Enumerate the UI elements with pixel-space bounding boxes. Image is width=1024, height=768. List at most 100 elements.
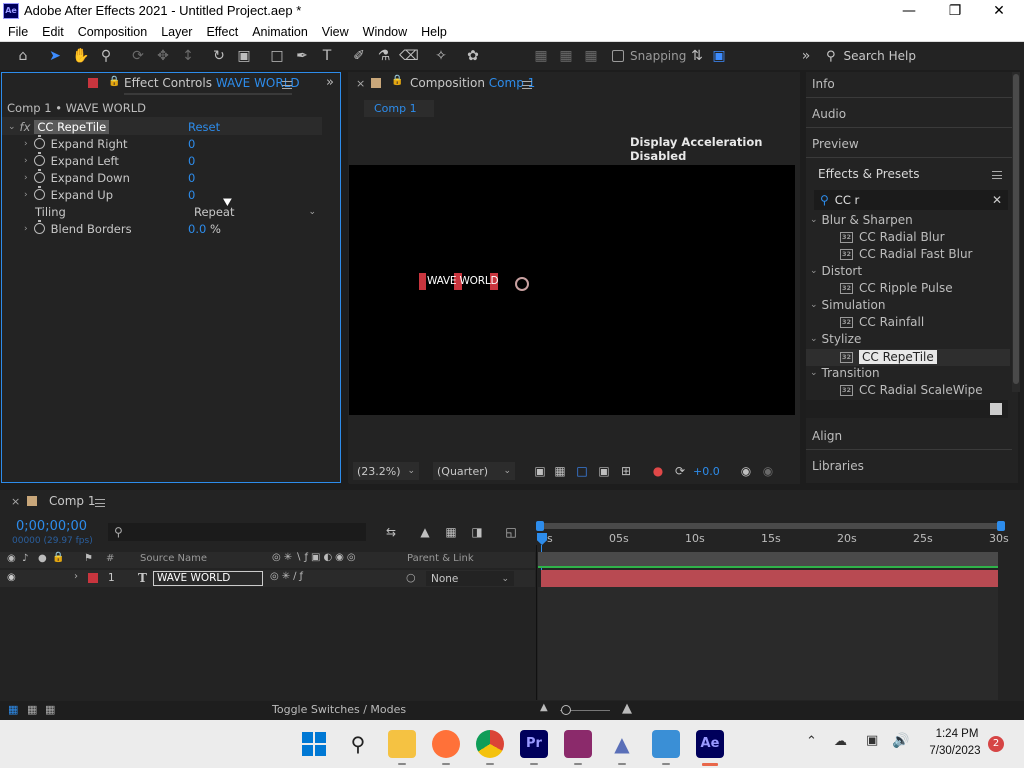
expand-chevron-icon[interactable]: › — [74, 571, 78, 582]
pan-behind-tool-icon[interactable]: ▣ — [233, 46, 255, 66]
clone-stamp-tool-icon[interactable]: ⚗ — [373, 46, 395, 66]
snapping-checkbox[interactable] — [612, 50, 624, 62]
view-axis-icon[interactable]: ▦ — [580, 46, 602, 66]
zoom-slider-thumb[interactable] — [561, 705, 571, 715]
layer-switches-icons[interactable]: ◎✳∖ƒ▣◐◉◎ — [272, 552, 359, 563]
winrar-icon[interactable] — [564, 730, 592, 758]
work-area-start-handle[interactable] — [536, 521, 544, 531]
timeline-tab-label[interactable]: Comp 1 — [49, 494, 95, 508]
panel-menu-icon[interactable] — [95, 499, 105, 507]
zoom-in-icon[interactable]: ▲ — [622, 701, 632, 716]
param-row[interactable]: › Blend Borders 0.0 % — [2, 220, 324, 237]
workspaces-overflow-icon[interactable]: » — [795, 46, 817, 66]
effect-controls-tab[interactable]: Effect Controls WAVE WORLD — [124, 76, 300, 90]
stopwatch-icon[interactable] — [33, 220, 45, 234]
snap-edges-icon[interactable]: ⇅ — [686, 46, 708, 66]
expand-chevron-icon[interactable]: › — [24, 190, 28, 200]
minimize-button[interactable]: — — [886, 0, 932, 22]
new-folder-icon[interactable] — [990, 403, 1002, 415]
audio-panel-header[interactable]: Audio — [812, 107, 846, 121]
menu-composition[interactable]: Composition — [71, 22, 154, 42]
search-icon[interactable]: ⚲ — [344, 730, 372, 758]
collapse-chevron-icon[interactable]: ⌄ — [8, 122, 16, 132]
category-distort[interactable]: ⌄ Distort — [810, 264, 862, 278]
anchor-point-icon[interactable] — [515, 277, 529, 291]
close-button[interactable]: ✕ — [976, 0, 1022, 22]
exposure-value[interactable]: +0.0 — [693, 465, 720, 478]
tiling-dropdown[interactable]: Repeat ⌄ — [190, 203, 320, 220]
panel-overflow-icon[interactable]: » — [326, 75, 334, 90]
roto-brush-tool-icon[interactable]: ✧ — [430, 46, 452, 66]
toggle-switches-modes[interactable]: Toggle Switches / Modes — [272, 703, 406, 716]
brush-tool-icon[interactable]: ✐ — [348, 46, 370, 66]
composition-viewer[interactable]: WAVE WORLD — [349, 165, 795, 415]
menu-help[interactable]: Help — [414, 22, 454, 42]
stopwatch-icon[interactable] — [33, 169, 45, 183]
label-tag-icon[interactable]: ⚑ — [84, 553, 93, 564]
expand-chevron-icon[interactable]: › — [24, 139, 28, 149]
lock-icon[interactable]: 🔒 — [52, 552, 64, 563]
layer-switches-pane-icon[interactable]: ▦ — [8, 703, 18, 716]
rectangle-tool-icon[interactable]: □ — [266, 46, 288, 66]
zoom-dropdown[interactable]: (23.2%) ⌄ — [353, 462, 419, 480]
lock-icon[interactable]: 🔒 — [108, 76, 120, 87]
menu-view[interactable]: View — [315, 22, 356, 42]
timeline-search-field[interactable]: ⚲ — [108, 523, 366, 541]
zoom-out-icon[interactable]: ▲ — [540, 702, 548, 713]
category-stylize[interactable]: ⌄ Stylize — [810, 332, 861, 346]
pan-camera-icon[interactable]: ✥ — [152, 46, 174, 66]
effects-search-field[interactable]: ⚲ CC r ✕ — [814, 190, 1008, 210]
text-layer-preview[interactable]: WAVE WORLD — [419, 273, 501, 290]
transparency-grid-icon[interactable]: ▦ — [549, 461, 571, 481]
collapse-chevron-icon[interactable]: ⌄ — [810, 300, 818, 310]
clear-search-icon[interactable]: ✕ — [992, 193, 1002, 207]
windows-start-icon[interactable] — [300, 730, 328, 758]
panel-menu-icon[interactable] — [522, 81, 532, 89]
menu-animation[interactable]: Animation — [245, 22, 315, 42]
notification-badge[interactable]: 2 — [988, 736, 1004, 752]
menu-window[interactable]: Window — [356, 22, 414, 42]
transfer-controls-pane-icon[interactable]: ▦ — [27, 703, 37, 716]
firefox-icon[interactable] — [432, 730, 460, 758]
graph-editor-icon[interactable]: ◱ — [500, 522, 522, 542]
region-of-interest-icon[interactable]: ▣ — [593, 461, 615, 481]
reset-exposure-icon[interactable]: ⟳ — [669, 461, 691, 481]
param-row[interactable]: › Expand Down 0 — [2, 169, 324, 186]
snapping-toggle[interactable]: Snapping — [612, 48, 686, 64]
param-value[interactable]: 0 — [188, 154, 195, 168]
world-axis-icon[interactable]: ▦ — [555, 46, 577, 66]
source-name-header[interactable]: Source Name — [140, 553, 207, 564]
current-timecode[interactable]: 0;00;00;00 — [16, 519, 87, 534]
collapse-chevron-icon[interactable]: ⌄ — [810, 215, 818, 225]
premiere-pro-icon[interactable]: Pr — [520, 730, 548, 758]
comp-subtab[interactable]: Comp 1 — [364, 100, 434, 117]
orbit-camera-icon[interactable]: ⟳ — [127, 46, 149, 66]
effect-item[interactable]: 32 CC Radial Fast Blur — [840, 247, 972, 261]
stopwatch-icon[interactable] — [33, 135, 45, 149]
panel-menu-icon[interactable] — [282, 81, 292, 89]
param-row[interactable]: › Expand Right 0 — [2, 135, 324, 152]
zoom-tool-icon[interactable]: ⚲ — [95, 46, 117, 66]
right-scrollbar[interactable] — [1012, 72, 1020, 392]
work-area-bar[interactable] — [538, 523, 1004, 529]
effect-row-cc-repetile[interactable]: ⌄ fx CC RepeTile Reset — [2, 118, 324, 135]
pen-tool-icon[interactable]: ✒ — [291, 46, 313, 66]
menu-edit[interactable]: Edit — [35, 22, 71, 42]
selection-tool-icon[interactable]: ➤ — [44, 46, 66, 66]
chrome-icon[interactable] — [476, 730, 504, 758]
preview-panel-header[interactable]: Preview — [812, 137, 859, 151]
puppet-pin-tool-icon[interactable]: ✿ — [462, 46, 484, 66]
layer-name[interactable]: WAVE WORLD — [153, 571, 263, 586]
hand-tool-icon[interactable]: ✋ — [70, 46, 92, 66]
category-transition[interactable]: ⌄ Transition — [810, 366, 880, 380]
layer-row[interactable]: ◉ › 1 T WAVE WORLD ◎✳∕ƒ ○ None ⌄ — [0, 570, 535, 587]
layer-label-color[interactable] — [88, 573, 98, 583]
scrollbar-thumb[interactable] — [1013, 74, 1019, 384]
menu-layer[interactable]: Layer — [154, 22, 199, 42]
mask-visibility-icon[interactable]: □ — [571, 461, 593, 481]
expand-chevron-icon[interactable]: › — [24, 156, 28, 166]
fast-previews-icon[interactable]: ▣ — [529, 461, 551, 481]
video-switch-icon[interactable]: ◉ — [7, 553, 16, 564]
collapse-chevron-icon[interactable]: ⌄ — [810, 334, 818, 344]
composition-tab[interactable]: Composition Comp 1 — [410, 76, 535, 90]
